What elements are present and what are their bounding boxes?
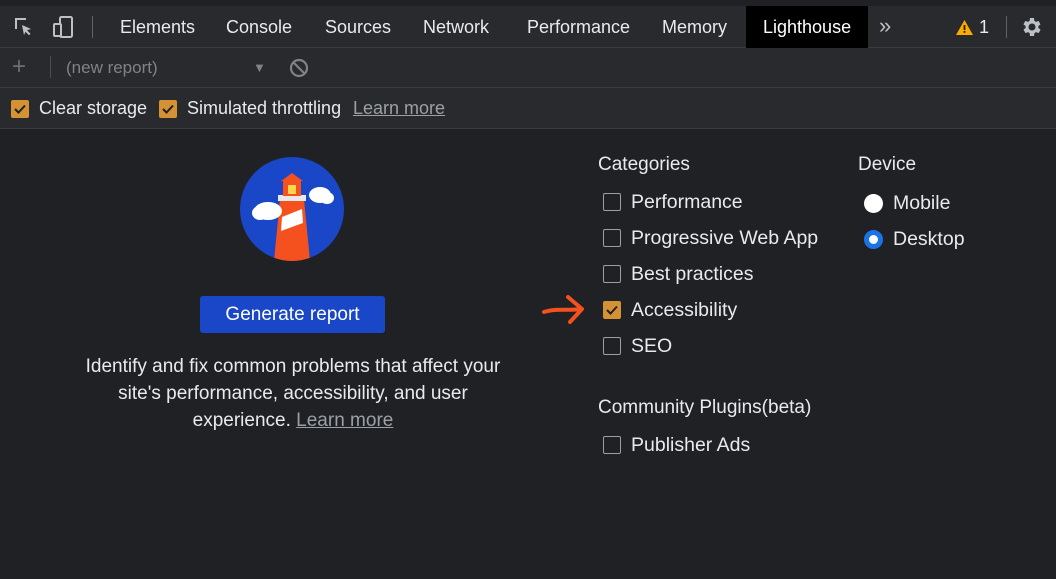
report-toolbar: + (new report) ▼ [0, 48, 1056, 88]
category-seo[interactable]: SEO [603, 333, 672, 359]
category-best-practices[interactable]: Best practices [603, 261, 753, 287]
tab-network[interactable]: Network [423, 6, 489, 48]
category-label: Performance [631, 190, 743, 213]
clear-storage-label: Clear storage [39, 98, 148, 118]
checkbox-icon[interactable] [603, 436, 621, 454]
tab-performance[interactable]: Performance [527, 6, 630, 48]
tab-memory[interactable]: Memory [662, 6, 727, 48]
tab-console[interactable]: Console [226, 6, 292, 48]
category-label: SEO [631, 334, 673, 357]
warning-icon [956, 19, 973, 35]
radio-icon[interactable] [864, 193, 883, 213]
device-toolbar-icon[interactable] [52, 15, 76, 39]
category-accessibility[interactable]: Accessibility [603, 297, 737, 323]
category-label: Accessibility [631, 298, 738, 321]
category-pwa[interactable]: Progressive Web App [603, 225, 818, 251]
checkbox-checked-icon[interactable] [159, 99, 177, 118]
checkbox-checked-icon[interactable] [11, 99, 29, 118]
radio-selected-icon[interactable] [864, 229, 883, 249]
more-tabs-chevron-icon[interactable]: » [879, 6, 891, 48]
lighthouse-options-bar: Clear storage Simulated throttling Learn… [0, 88, 1056, 129]
learn-more-link[interactable]: Learn more [296, 410, 393, 431]
category-label: Best practices [631, 262, 754, 285]
checkbox-icon[interactable] [603, 337, 621, 355]
device-label: Desktop [893, 227, 965, 250]
checkbox-icon[interactable] [603, 265, 621, 283]
lighthouse-description: Identify and fix common problems that af… [70, 353, 516, 434]
warnings-counter[interactable]: 1 [956, 6, 989, 48]
device-desktop-option[interactable]: Desktop [864, 226, 965, 252]
community-plugins-title: Community Plugins(beta) [598, 397, 812, 418]
simulated-throttling-option[interactable]: Simulated throttling [159, 88, 341, 129]
learn-more-link[interactable]: Learn more [353, 88, 445, 129]
tab-elements[interactable]: Elements [120, 6, 195, 48]
report-select[interactable]: (new report) [66, 48, 158, 88]
plugin-publisher-ads[interactable]: Publisher Ads [603, 432, 750, 458]
tab-sources[interactable]: Sources [325, 6, 391, 48]
device-title: Device [858, 154, 917, 175]
description-text: Identify and fix common problems that af… [85, 356, 501, 431]
toolbar-divider [50, 56, 51, 78]
clear-storage-option[interactable]: Clear storage [11, 88, 147, 129]
simulated-throttling-label: Simulated throttling [187, 98, 342, 118]
category-label: Progressive Web App [631, 226, 819, 249]
generate-report-button[interactable]: Generate report [200, 296, 385, 333]
checkbox-icon[interactable] [603, 193, 621, 211]
toolbar-divider [1006, 16, 1007, 38]
toolbar-divider [92, 16, 93, 38]
devtools-tab-bar: Elements Console Sources Network Perform… [0, 6, 1056, 48]
device-mobile-option[interactable]: Mobile [864, 190, 950, 216]
lighthouse-logo-icon [240, 157, 344, 261]
annotation-arrow-icon [542, 295, 584, 324]
chevron-down-icon[interactable]: ▼ [253, 48, 266, 88]
gear-icon[interactable] [1019, 15, 1043, 39]
inspect-element-icon[interactable] [12, 15, 36, 39]
checkbox-icon[interactable] [603, 229, 621, 247]
checkbox-checked-icon[interactable] [603, 301, 621, 319]
clear-block-icon[interactable] [288, 57, 310, 79]
device-label: Mobile [893, 191, 951, 214]
warning-count: 1 [979, 16, 990, 37]
categories-title: Categories [598, 154, 690, 175]
tab-lighthouse[interactable]: Lighthouse [746, 6, 869, 48]
category-performance[interactable]: Performance [603, 189, 743, 215]
plus-icon[interactable]: + [12, 54, 26, 80]
plugin-label: Publisher Ads [631, 433, 751, 456]
